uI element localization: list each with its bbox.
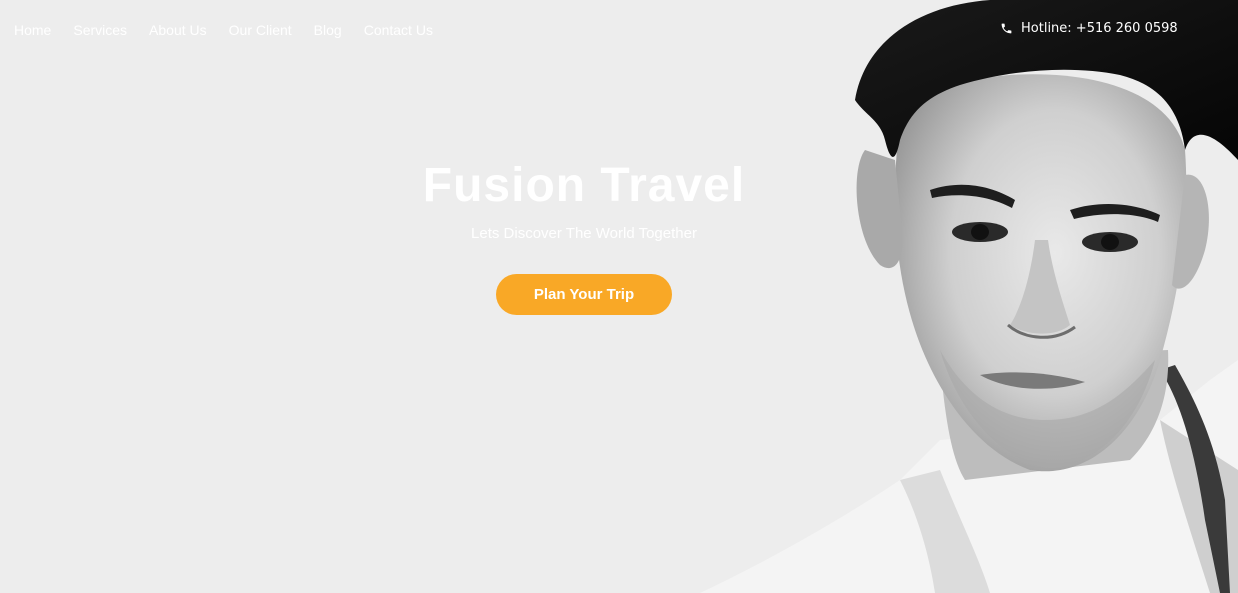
- man-portrait-image: [700, 0, 1238, 593]
- hotline-text[interactable]: Hotline: +516 260 0598: [1021, 21, 1178, 36]
- hotline: Hotline: +516 260 0598: [1000, 21, 1178, 36]
- hero-title: Fusion Travel: [422, 159, 746, 212]
- nav-item-our-client[interactable]: Our Client: [229, 21, 292, 39]
- hero-section: Home Services About Us Our Client Blog C…: [0, 0, 1238, 593]
- nav-item-blog[interactable]: Blog: [314, 21, 342, 39]
- hero-subtitle: Lets Discover The World Together: [471, 225, 697, 242]
- nav-item-about-us[interactable]: About Us: [149, 21, 207, 39]
- main-nav: Home Services About Us Our Client Blog C…: [14, 21, 455, 39]
- nav-item-home[interactable]: Home: [14, 21, 51, 39]
- plan-your-trip-button[interactable]: Plan Your Trip: [496, 274, 672, 315]
- nav-item-services[interactable]: Services: [73, 21, 127, 39]
- phone-icon: [1001, 23, 1012, 34]
- nav-item-contact-us[interactable]: Contact Us: [364, 21, 433, 39]
